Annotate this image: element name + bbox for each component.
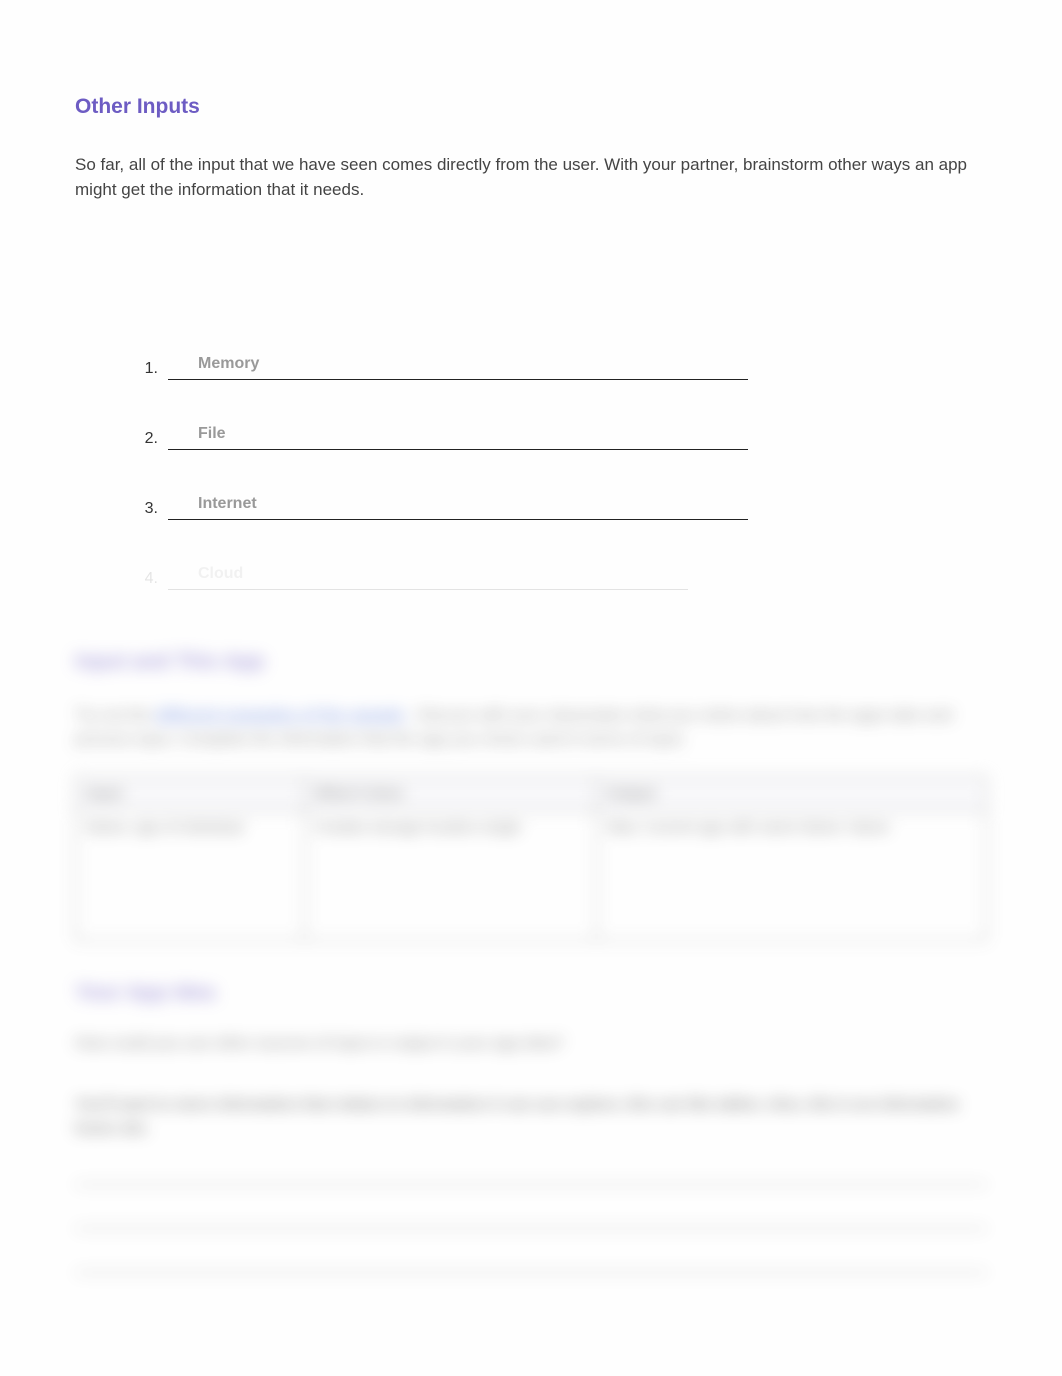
answer-text: File bbox=[198, 425, 226, 443]
write-line[interactable]: Cloud bbox=[168, 562, 688, 590]
write-line[interactable] bbox=[75, 1203, 987, 1229]
para-prefix: Try out the bbox=[75, 707, 155, 724]
table-header-row: Input What it does Output bbox=[76, 777, 987, 811]
write-line[interactable] bbox=[75, 1159, 987, 1185]
col-output: Output bbox=[596, 777, 986, 811]
cell-output: Was: Current age with name Name: Name bbox=[596, 811, 986, 941]
list-number: 4. bbox=[140, 570, 168, 590]
io-table: Input What it does Output Name, age of i… bbox=[75, 776, 987, 941]
answer-text: Memory bbox=[198, 355, 259, 373]
table-row: Name, age of individual Creates storage … bbox=[76, 811, 987, 941]
locked-content-overlay: Input and This App Try out the different… bbox=[75, 650, 987, 1273]
cell-input: Name, age of individual bbox=[76, 811, 305, 941]
list-number: 3. bbox=[140, 500, 168, 520]
list-item: 3. Internet bbox=[140, 492, 987, 520]
input-app-paragraph: Try out the different examples of the sa… bbox=[75, 704, 987, 752]
col-input: Input bbox=[76, 777, 305, 811]
write-line[interactable]: File bbox=[168, 422, 748, 450]
cell-what: Creates storage location single bbox=[304, 811, 596, 941]
write-line[interactable] bbox=[75, 1247, 987, 1273]
list-number: 1. bbox=[140, 360, 168, 380]
col-what: What it does bbox=[304, 777, 596, 811]
sample-link[interactable]: different examples of the sample bbox=[155, 707, 404, 724]
other-inputs-intro: So far, all of the input that we have se… bbox=[75, 153, 987, 202]
section-your-app-idea-title: Your App Idea bbox=[75, 981, 987, 1005]
your-app-idea-question: How could you use other sources of input… bbox=[75, 1035, 987, 1053]
section-input-app-title: Input and This App bbox=[75, 650, 987, 674]
para-suffix: . Discuss with your classmates what you … bbox=[75, 707, 952, 748]
answer-text: Cloud bbox=[198, 565, 243, 583]
list-item: 2. File bbox=[140, 422, 987, 450]
write-line[interactable]: Internet bbox=[168, 492, 748, 520]
list-item: 4. Cloud bbox=[140, 562, 987, 590]
brainstorm-list: 1. Memory 2. File 3. Internet 4. Cloud bbox=[140, 352, 987, 590]
list-number: 2. bbox=[140, 430, 168, 450]
your-app-idea-answer: You'll want to store information that re… bbox=[75, 1093, 987, 1141]
answer-text: Internet bbox=[198, 495, 257, 513]
list-item: 1. Memory bbox=[140, 352, 987, 380]
write-line[interactable]: Memory bbox=[168, 352, 748, 380]
section-other-inputs-title: Other Inputs bbox=[75, 95, 987, 119]
